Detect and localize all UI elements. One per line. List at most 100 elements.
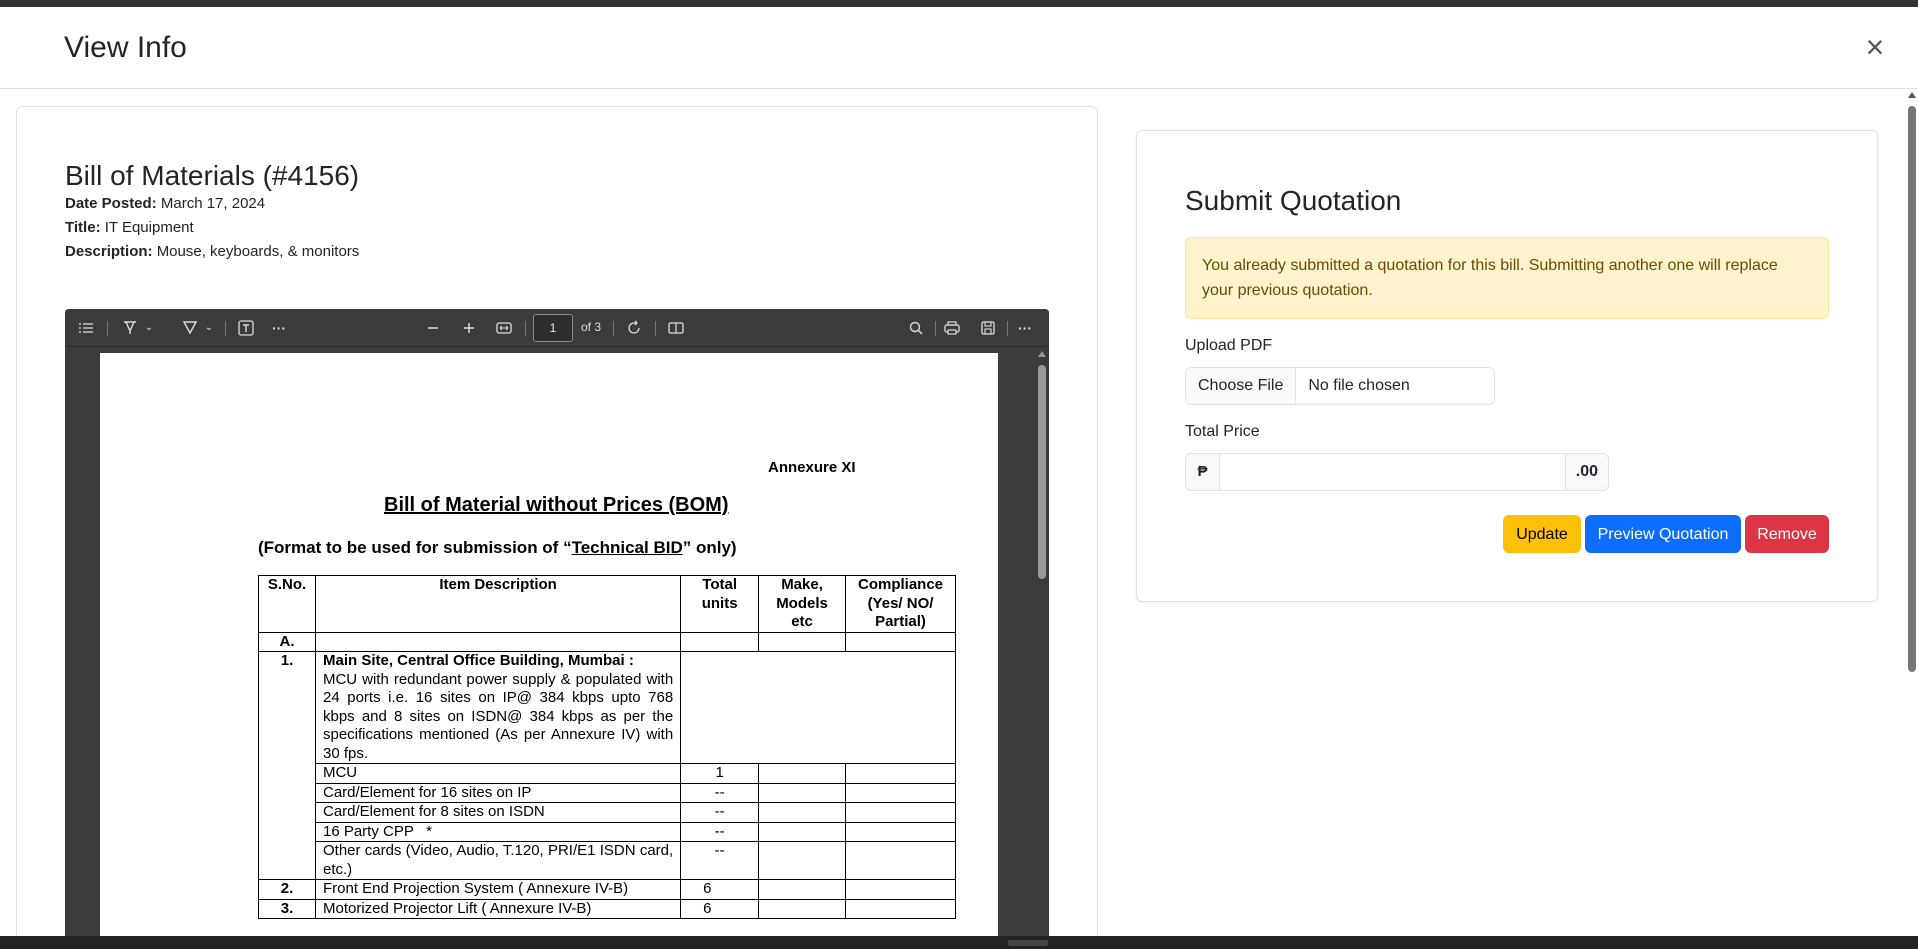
upload-pdf-label: Upload PDF: [1185, 337, 1273, 354]
toolbar-divider: [613, 321, 614, 336]
table-cell: [845, 879, 956, 900]
header-compliance: Compliance (Yes/ NO/ Partial): [845, 575, 956, 633]
table-cell: [758, 821, 846, 842]
table-cell: [758, 898, 846, 919]
subtitle-underlined: Technical BID: [571, 538, 683, 557]
table-row: Card/Element for 16 sites on IP --: [259, 782, 956, 803]
draw-dropdown-chevron-icon[interactable]: ⌄: [144, 318, 154, 338]
date-posted-label: Date Posted:: [65, 195, 157, 212]
cents-suffix: .00: [1564, 454, 1608, 490]
update-button[interactable]: Update: [1503, 515, 1581, 553]
row-units: 6: [680, 898, 760, 919]
rotate-icon[interactable]: [625, 318, 645, 338]
document-title: Bill of Material without Prices (BOM): [384, 494, 729, 516]
page-scrollbar[interactable]: [1905, 90, 1918, 936]
save-icon[interactable]: [979, 318, 999, 338]
table-cell: [758, 631, 846, 652]
sub-row-units: --: [680, 841, 760, 880]
table-cell: [845, 631, 956, 652]
table-row: 1. Main Site, Central Office Building, M…: [258, 651, 956, 880]
page-view-icon[interactable]: [667, 318, 687, 338]
table-row: MCU 1: [259, 763, 956, 784]
highlight-dropdown-chevron-icon[interactable]: ⌄: [204, 318, 214, 338]
sub-row-units: 1: [680, 763, 760, 784]
subtitle-suffix: ” only): [682, 538, 737, 557]
pdf-scrollbar-thumb[interactable]: [1038, 365, 1046, 579]
fit-page-icon[interactable]: [495, 318, 515, 338]
annexure-label: Annexure XI: [768, 459, 856, 476]
toolbar-divider: [525, 321, 526, 336]
search-icon[interactable]: [907, 318, 927, 338]
contents-icon[interactable]: [77, 318, 97, 338]
modal-header: View Info ×: [0, 7, 1918, 89]
pdf-viewer: ⌄ ⌄ ··· 1 of 3 ··· Annexure XI Bill of M…: [65, 309, 1049, 936]
sub-row-units: --: [680, 821, 760, 842]
total-price-input[interactable]: [1220, 454, 1565, 490]
table-cell: [758, 782, 846, 803]
row-units: 6: [680, 879, 760, 900]
sub-row-description: Card/Element for 16 sites on IP: [314, 782, 682, 803]
bill-title-value: IT Equipment: [104, 219, 194, 236]
scroll-up-arrow-icon[interactable]: [1038, 351, 1046, 357]
preview-quotation-button[interactable]: Preview Quotation: [1585, 515, 1741, 553]
page-scrollbar-thumb[interactable]: [1908, 106, 1916, 672]
row-number: 2.: [258, 879, 316, 900]
file-name-text: No file chosen: [1308, 377, 1410, 394]
table-row: A.: [258, 631, 956, 652]
table-cell: [845, 821, 956, 842]
modal-title: View Info: [64, 31, 187, 64]
table-row: 2. Front End Projection System ( Annexur…: [258, 879, 956, 900]
text-icon[interactable]: [237, 318, 257, 338]
toolbar-divider: [1007, 321, 1008, 336]
toolbar-divider: [655, 321, 656, 336]
sub-row-description: 16 Party CPP *: [314, 821, 682, 842]
table-row: 3. Motorized Projector Lift ( Annexure I…: [258, 898, 956, 919]
bom-table: S.No. Item Description Total units Make,…: [258, 575, 956, 919]
table-row: 16 Party CPP * --: [259, 821, 956, 842]
warning-alert: You already submitted a quotation for th…: [1185, 237, 1829, 319]
table-cell: [845, 802, 956, 823]
currency-symbol: ₱: [1186, 454, 1220, 490]
bill-title: Title: IT Equipment: [65, 219, 194, 236]
scroll-up-arrow-icon[interactable]: [1908, 92, 1916, 98]
sub-row-description: MCU: [314, 763, 682, 784]
row-heading: Main Site, Central Office Building, Mumb…: [322, 652, 634, 669]
close-icon[interactable]: ×: [1860, 31, 1890, 63]
sub-row-description: Card/Element for 8 sites on ISDN: [314, 802, 682, 823]
pdf-page-area[interactable]: Annexure XI Bill of Material without Pri…: [65, 347, 1049, 936]
submit-quotation-title: Submit Quotation: [1185, 185, 1402, 216]
sub-row-units: --: [680, 782, 760, 803]
table-row: Card/Element for 8 sites on ISDN --: [259, 802, 956, 823]
bill-title-label: Title:: [65, 219, 101, 236]
choose-file-button[interactable]: Choose File: [1186, 368, 1297, 404]
table-cell: [680, 651, 956, 764]
bill-heading: Bill of Materials (#4156): [65, 160, 360, 191]
pdf-scrollbar[interactable]: [1035, 347, 1049, 936]
zoom-in-icon[interactable]: [461, 318, 477, 338]
sub-row-description: Other cards (Video, Audio, T.120, PRI/E1…: [314, 841, 682, 880]
toolbar-divider: [935, 321, 936, 336]
more-icon[interactable]: ···: [269, 318, 289, 338]
window-top-bar: [0, 0, 1918, 7]
table-cell: [845, 898, 956, 919]
print-icon[interactable]: [943, 318, 963, 338]
header-make-models: Make, Models etc: [758, 575, 846, 633]
document-subtitle: (Format to be used for submission of “Te…: [258, 538, 737, 558]
table-cell: [758, 879, 846, 900]
row-number: 1.: [258, 651, 316, 880]
table-cell: [845, 763, 956, 784]
toolbar-divider: [107, 321, 108, 336]
toolbar-divider: [225, 321, 226, 336]
remove-button[interactable]: Remove: [1745, 515, 1829, 553]
page-number-input[interactable]: 1: [533, 314, 573, 342]
row-number: 3.: [258, 898, 316, 919]
bill-description-value: Mouse, keyboards, & monitors: [156, 243, 360, 260]
upload-pdf-input[interactable]: Choose File No file chosen: [1185, 367, 1495, 405]
highlight-icon[interactable]: [181, 318, 201, 338]
sub-row-units: --: [680, 802, 760, 823]
table-cell: [680, 631, 760, 652]
more-options-icon[interactable]: ···: [1015, 318, 1035, 338]
zoom-out-icon[interactable]: [425, 318, 441, 338]
draw-icon[interactable]: [121, 318, 141, 338]
header-description: Item Description: [314, 575, 682, 633]
